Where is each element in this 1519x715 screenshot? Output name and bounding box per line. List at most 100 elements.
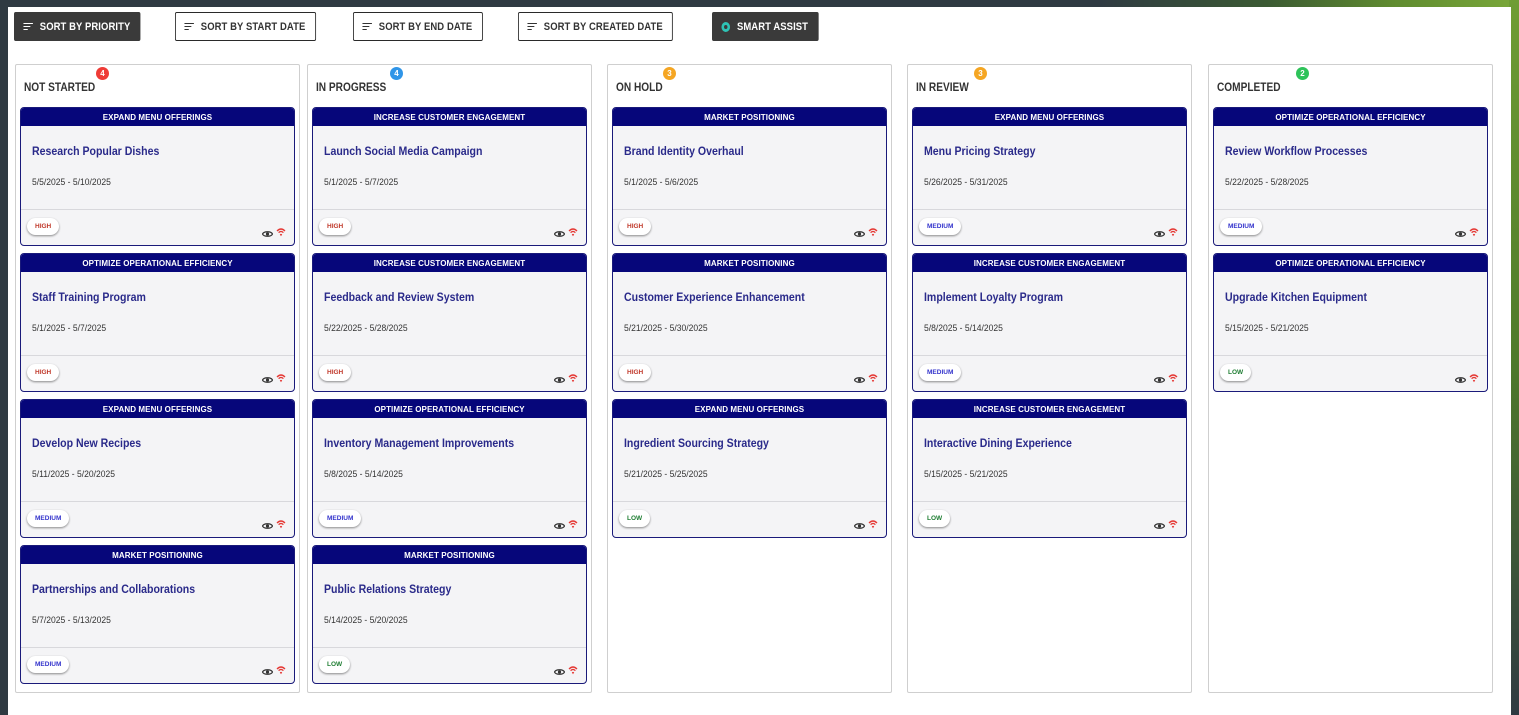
signal-icon[interactable] [568,224,578,237]
priority-badge: MEDIUM [27,656,70,673]
task-card[interactable]: INCREASE CUSTOMER ENGAGEMENT Implement Lo… [912,253,1187,392]
signal-icon[interactable] [1168,516,1178,529]
priority-badge: LOW [919,510,951,527]
eye-icon[interactable] [261,517,274,529]
sort-by-created-date-button[interactable]: SORT BY CREATED DATE [517,12,673,41]
card-category: INCREASE CUSTOMER ENGAGEMENT [913,254,1186,272]
priority-badge: LOW [1220,364,1252,381]
column-in-review: IN REVIEW 3 EXPAND MENU OFFERINGS Menu Pric… [907,64,1192,693]
signal-icon[interactable] [1469,224,1479,237]
card-dates: 5/8/2025 - 5/14/2025 [324,469,403,480]
eye-icon[interactable] [1153,517,1166,529]
signal-icon[interactable] [1168,370,1178,383]
smart-assist-button[interactable]: SMART ASSIST [711,12,819,41]
card-title: Interactive Dining Experience [924,436,1072,450]
eye-icon[interactable] [261,663,274,675]
column-title: IN PROGRESS [316,82,387,94]
card-actions [1454,370,1479,383]
task-card[interactable]: OPTIMIZE OPERATIONAL EFFICIENCY Upgrade K… [1213,253,1488,392]
card-dates: 5/8/2025 - 5/14/2025 [924,323,1003,334]
signal-icon[interactable] [1168,224,1178,237]
card-actions [1153,516,1178,529]
card-category: MARKET POSITIONING [21,546,294,564]
card-divider [21,209,294,210]
card-category: OPTIMIZE OPERATIONAL EFFICIENCY [1214,254,1487,272]
card-actions [1454,224,1479,237]
eye-icon[interactable] [1153,371,1166,383]
task-card[interactable]: EXPAND MENU OFFERINGS Develop New Recipes… [20,399,295,538]
column-header: IN PROGRESS 4 [308,65,591,107]
card-dates: 5/1/2025 - 5/6/2025 [624,177,699,188]
card-divider [613,209,886,210]
sort-button-label: SORT BY CREATED DATE [543,20,663,33]
column-header: ON HOLD 3 [608,65,891,107]
card-list: MARKET POSITIONING Brand Identity Overhau… [612,107,887,545]
card-dates: 5/15/2025 - 5/21/2025 [924,469,1008,480]
task-card[interactable]: MARKET POSITIONING Partnerships and Colla… [20,545,295,684]
card-divider [313,501,586,502]
task-card[interactable]: INCREASE CUSTOMER ENGAGEMENT Launch Socia… [312,107,587,246]
card-dates: 5/26/2025 - 5/31/2025 [924,177,1008,188]
signal-icon[interactable] [868,370,878,383]
card-actions [853,224,878,237]
eye-icon[interactable] [853,225,866,237]
sort-by-priority-button[interactable]: SORT BY PRIORITY [14,12,141,41]
eye-icon[interactable] [261,371,274,383]
eye-icon[interactable] [553,371,566,383]
signal-icon[interactable] [868,224,878,237]
card-category: EXPAND MENU OFFERINGS [613,400,886,418]
card-actions [1153,224,1178,237]
card-divider [913,501,1186,502]
eye-icon[interactable] [553,225,566,237]
eye-icon[interactable] [853,371,866,383]
card-title: Ingredient Sourcing Strategy [624,436,769,450]
signal-icon[interactable] [568,516,578,529]
signal-icon[interactable] [568,662,578,675]
task-card[interactable]: EXPAND MENU OFFERINGS Research Popular Di… [20,107,295,246]
card-divider [313,355,586,356]
kanban-board: NOT STARTED 4 EXPAND MENU OFFERINGS Researc… [15,64,1505,693]
signal-icon[interactable] [276,662,286,675]
signal-icon[interactable] [568,370,578,383]
column-header: NOT STARTED 4 [16,65,299,107]
task-card[interactable]: INCREASE CUSTOMER ENGAGEMENT Feedback and… [312,253,587,392]
signal-icon[interactable] [276,370,286,383]
column-title: COMPLETED [1217,82,1281,94]
eye-icon[interactable] [853,517,866,529]
card-divider [313,209,586,210]
card-actions [553,662,578,675]
signal-icon[interactable] [276,516,286,529]
kanban-app: SORT BY PRIORITY SORT BY START DATE SORT… [8,7,1511,715]
eye-icon[interactable] [553,517,566,529]
card-actions [261,370,286,383]
card-divider [313,647,586,648]
card-title: Public Relations Strategy [324,582,452,596]
eye-icon[interactable] [1454,371,1467,383]
task-card[interactable]: MARKET POSITIONING Customer Experience En… [612,253,887,392]
task-card[interactable]: OPTIMIZE OPERATIONAL EFFICIENCY Review Wo… [1213,107,1488,246]
card-actions [853,516,878,529]
card-list: EXPAND MENU OFFERINGS Research Popular Di… [20,107,295,691]
eye-icon[interactable] [1153,225,1166,237]
sort-by-end-date-button[interactable]: SORT BY END DATE [352,12,483,41]
eye-icon[interactable] [261,225,274,237]
priority-badge: HIGH [619,364,652,381]
task-card[interactable]: INCREASE CUSTOMER ENGAGEMENT Interactive … [912,399,1187,538]
eye-icon[interactable] [1454,225,1467,237]
card-category: INCREASE CUSTOMER ENGAGEMENT [913,400,1186,418]
task-card[interactable]: EXPAND MENU OFFERINGS Ingredient Sourcing… [612,399,887,538]
task-card[interactable]: MARKET POSITIONING Public Relations Strat… [312,545,587,684]
priority-badge: MEDIUM [919,218,962,235]
task-card[interactable]: MARKET POSITIONING Brand Identity Overhau… [612,107,887,246]
card-title: Inventory Management Improvements [324,436,515,450]
task-card[interactable]: OPTIMIZE OPERATIONAL EFFICIENCY Inventory… [312,399,587,538]
card-actions [261,516,286,529]
signal-icon[interactable] [1469,370,1479,383]
signal-icon[interactable] [868,516,878,529]
signal-icon[interactable] [276,224,286,237]
task-card[interactable]: OPTIMIZE OPERATIONAL EFFICIENCY Staff Tra… [20,253,295,392]
sort-button-label: SORT BY PRIORITY [39,20,131,33]
eye-icon[interactable] [553,663,566,675]
task-card[interactable]: EXPAND MENU OFFERINGS Menu Pricing Strate… [912,107,1187,246]
sort-by-start-date-button[interactable]: SORT BY START DATE [175,12,317,41]
